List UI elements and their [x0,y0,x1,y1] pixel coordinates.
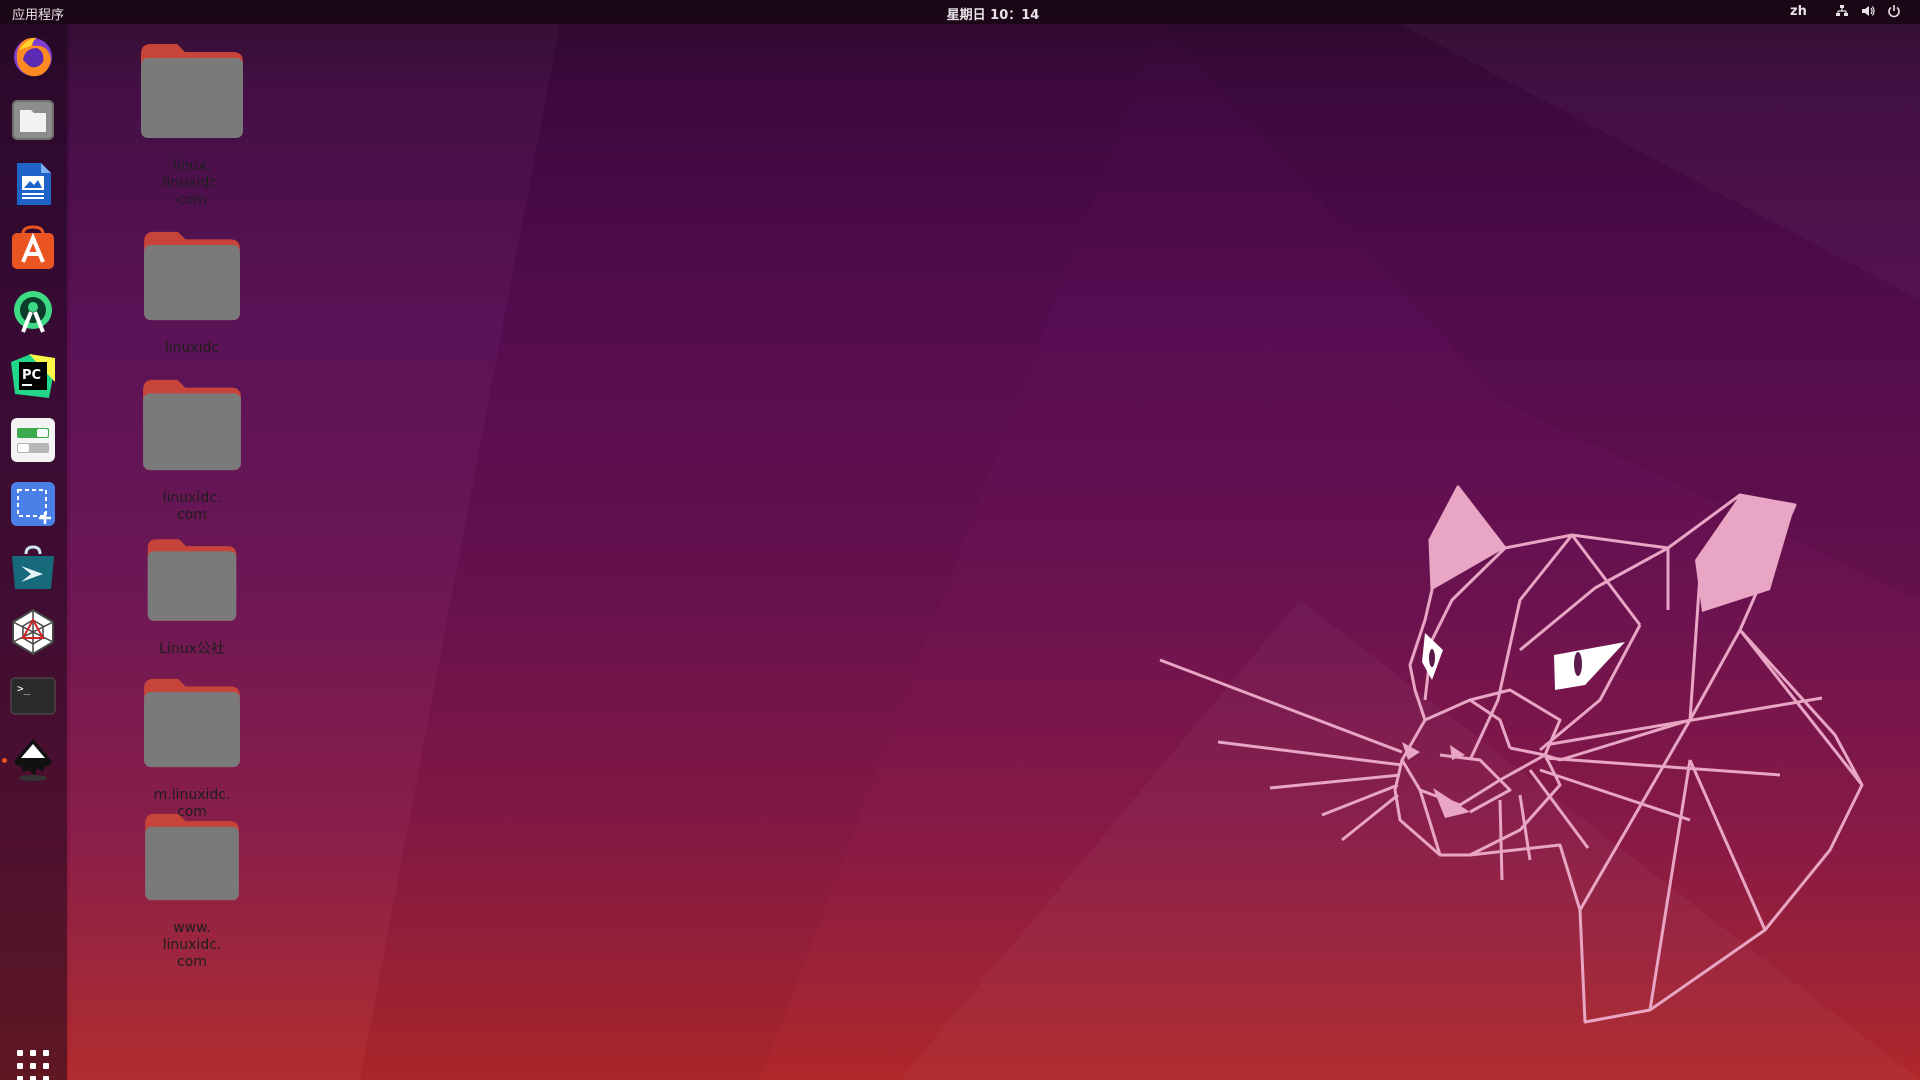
folder-icon [144,678,240,768]
firefox-icon[interactable] [9,32,57,80]
desktop-folder[interactable]: linuxidc [122,230,262,357]
clock[interactable]: 星期日 10：14 [0,4,1920,23]
folder-label: Linux公社 [159,641,225,657]
folder-label: www. linuxidc. com [162,920,222,970]
toggles-icon[interactable] [9,416,57,464]
input-language-indicator[interactable]: zh [1790,4,1807,19]
folder-icon [143,379,241,471]
folder-icon [144,231,240,321]
system-tray[interactable] [1834,3,1902,19]
folder-icon [141,44,243,138]
dock: PC >_ [0,24,67,1080]
terminal-icon[interactable]: >_ [9,672,57,720]
store-bag-icon[interactable] [9,544,57,592]
spiderweb-icon[interactable] [9,608,57,656]
network-icon[interactable] [1834,3,1850,19]
top-bar: 应用程序 星期日 10：14 zh [0,0,1920,24]
desktop-folder[interactable]: www. linuxidc. com [122,812,262,971]
desktop[interactable]: 应用程序 星期日 10：14 zh PC >_ linux. linuxidc.… [0,0,1920,1080]
show-applications-button[interactable] [13,1046,53,1080]
files-icon[interactable] [9,96,57,144]
apps-grid-icon [17,1050,49,1080]
screenshot-icon[interactable] [9,480,57,528]
folder-icon [145,813,239,901]
svg-text:PC: PC [22,368,41,383]
folder-label: linuxidc. com [162,490,222,523]
running-indicator [2,758,7,763]
volume-icon[interactable] [1860,3,1876,19]
desktop-folder[interactable]: m.linuxidc. com [122,677,262,821]
desktop-folder[interactable]: linux. linuxidc. com [122,42,262,209]
svg-text:>_: >_ [17,682,31,695]
folder-label: linux. linuxidc. com [162,158,222,208]
writer-icon[interactable] [9,160,57,208]
folder-label: linuxidc [164,340,220,356]
android-studio-icon[interactable] [9,288,57,336]
focal-fossa-mascot [1159,485,1864,1024]
pycharm-icon[interactable]: PC [9,352,57,400]
software-center-icon[interactable] [9,224,57,272]
desktop-folder[interactable]: Linux公社 [122,537,262,658]
power-icon[interactable] [1886,3,1902,19]
inkscape-icon[interactable] [9,736,57,784]
desktop-folder[interactable]: linuxidc. com [122,378,262,524]
folder-icon [147,539,237,621]
